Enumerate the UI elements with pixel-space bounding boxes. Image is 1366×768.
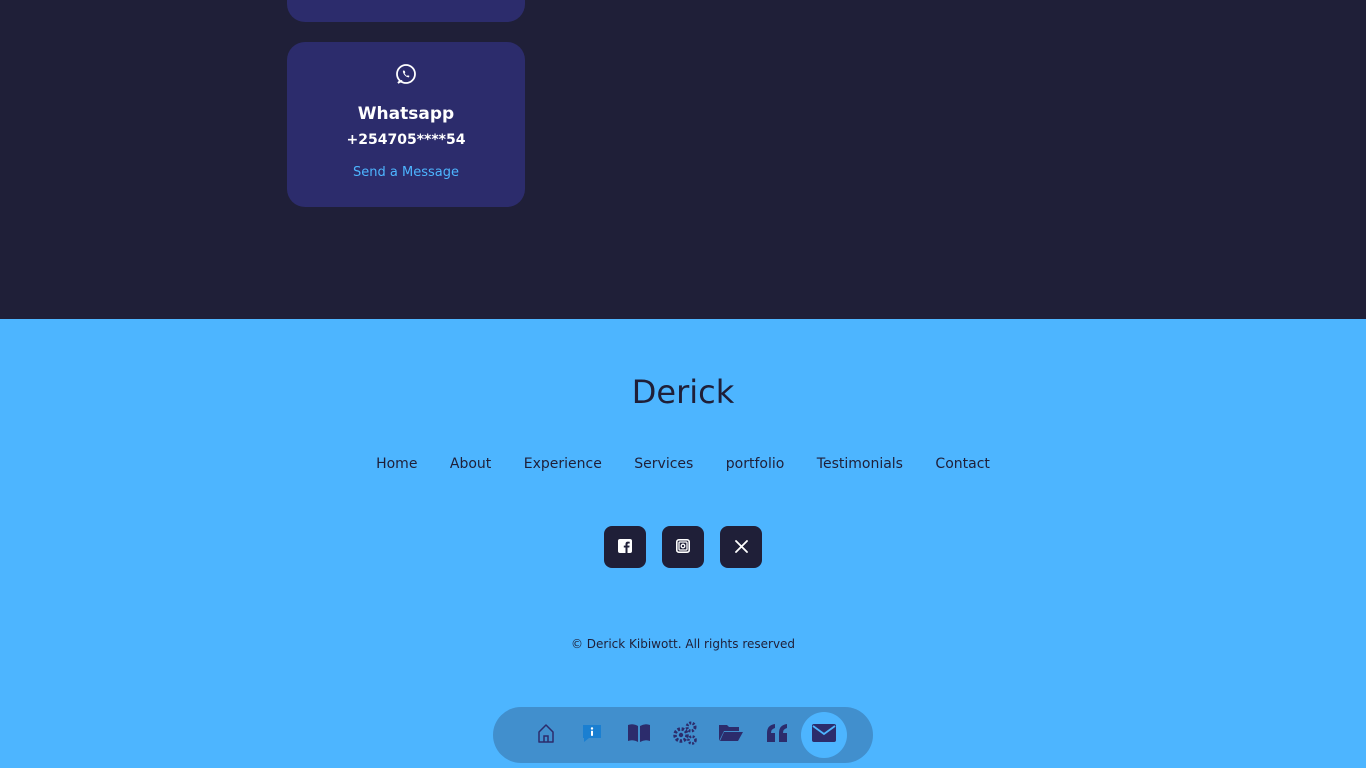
contact-card-whatsapp: Whatsapp +254705****54 Send a Message (287, 42, 525, 207)
gears-icon (672, 720, 698, 750)
social-links (604, 526, 762, 568)
dock-about[interactable] (569, 712, 615, 758)
send-message-link[interactable]: Send a Message (287, 165, 525, 180)
footer-nav: Home About Experience Services portfolio… (0, 456, 1366, 472)
footer-link-testimonials[interactable]: Testimonials (817, 456, 903, 472)
dock-contact[interactable] (800, 712, 847, 758)
dock-services[interactable] (662, 712, 708, 758)
envelope-icon (811, 723, 837, 747)
instagram-icon (676, 538, 690, 557)
home-icon (536, 722, 556, 748)
footer-link-portfolio[interactable]: portfolio (726, 456, 785, 472)
copyright-text: © Derick Kibiwott. All rights reserved (570, 637, 796, 651)
footer-link-services[interactable]: Services (634, 456, 693, 472)
about-icon (581, 722, 603, 748)
contact-card-title: Whatsapp (357, 104, 455, 124)
footer-link-about[interactable]: About (450, 456, 491, 472)
footer-logo[interactable]: Derick (0, 373, 1366, 411)
footer: Derick Home About Experience Services po… (0, 319, 1366, 768)
dock-home[interactable] (523, 712, 569, 758)
quote-icon (765, 722, 791, 748)
contact-card-phone: +254705****54 (346, 132, 466, 148)
dock-portfolio[interactable] (708, 712, 754, 758)
whatsapp-icon (394, 62, 418, 86)
contact-card-previous (287, 0, 525, 22)
footer-link-home[interactable]: Home (376, 456, 417, 472)
floating-nav-dock (493, 707, 873, 763)
contact-section: Whatsapp +254705****54 Send a Message (0, 0, 1366, 319)
dock-testimonials[interactable] (755, 712, 801, 758)
instagram-link[interactable] (662, 526, 704, 568)
dock-experience[interactable] (616, 712, 662, 758)
book-icon (626, 722, 652, 748)
x-twitter-icon (734, 538, 748, 557)
footer-link-experience[interactable]: Experience (524, 456, 602, 472)
footer-link-contact[interactable]: Contact (935, 456, 989, 472)
x-twitter-link[interactable] (720, 526, 762, 568)
facebook-icon (618, 538, 632, 557)
folder-icon (718, 723, 744, 747)
facebook-link[interactable] (604, 526, 646, 568)
